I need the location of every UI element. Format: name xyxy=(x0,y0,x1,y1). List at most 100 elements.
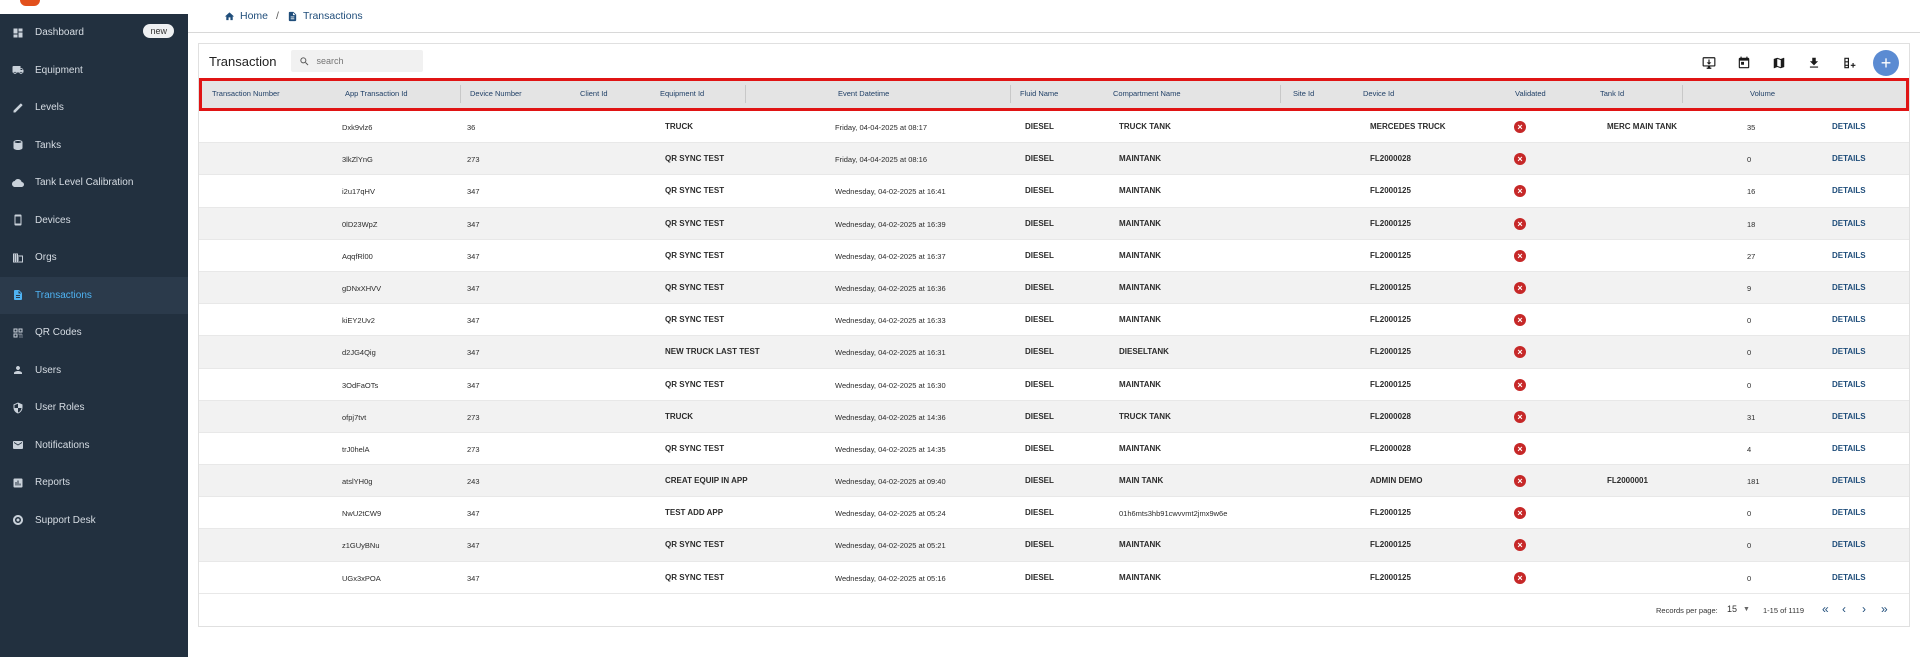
details-link[interactable]: DETAILS xyxy=(1832,283,1866,292)
table-row[interactable]: ofpj7tvt 273 TRUCK Wednesday, 04-02-2025 at… xyxy=(199,400,1909,433)
prev-page-button[interactable]: ‹ xyxy=(1842,602,1846,616)
x-circle-icon: × xyxy=(1514,217,1526,230)
table-row[interactable]: 3OdFaOTs 347 QR SYNC TEST Wednesday, 04-02-… xyxy=(199,369,1909,401)
sidebar-item-orgs[interactable]: Orgs xyxy=(0,239,188,277)
table-row[interactable]: 0lD23WpZ 347 QR SYNC TEST Wednesday, 04-02-… xyxy=(199,207,1909,240)
first-page-button[interactable]: « xyxy=(1822,602,1829,616)
sidebar-item-user-roles[interactable]: User Roles xyxy=(0,389,188,427)
map-icon xyxy=(1773,57,1785,69)
records-per-page-select[interactable]: 15 ▼ xyxy=(1727,604,1750,614)
sidebar-item-tanks[interactable]: Tanks xyxy=(0,127,188,165)
column-header-device-number[interactable]: Device Number xyxy=(470,89,522,98)
column-header-event-datetime[interactable]: Event Datetime xyxy=(838,89,889,98)
details-link[interactable]: DETAILS xyxy=(1832,122,1866,131)
download-button[interactable] xyxy=(1806,55,1822,71)
x-circle-icon: × xyxy=(1514,281,1526,294)
table-row[interactable]: i2u17qHV 347 QR SYNC TEST Wednesday, 04-02-… xyxy=(199,175,1909,208)
breadcrumb-home[interactable]: Home xyxy=(224,10,268,22)
table-row[interactable]: UGx3xPOA 347 QR SYNC TEST Wednesday, 04-02-… xyxy=(199,562,1909,594)
app-transaction-id-cell: 0lD23WpZ xyxy=(342,219,378,229)
column-header-volume[interactable]: Volume xyxy=(1750,89,1775,98)
sidebar-item-qr-codes[interactable]: QR Codes xyxy=(0,314,188,352)
column-header-equipment-id[interactable]: Equipment Id xyxy=(660,89,704,98)
details-link[interactable]: DETAILS xyxy=(1832,315,1866,324)
column-header-device-id[interactable]: Device Id xyxy=(1363,89,1394,98)
details-link[interactable]: DETAILS xyxy=(1832,380,1866,389)
table-row[interactable]: trJ0helA 273 QR SYNC TEST Wednesday, 04-02-… xyxy=(199,433,1909,466)
table-row[interactable]: z1GUyBNu 347 QR SYNC TEST Wednesday, 04-02-… xyxy=(199,529,1909,562)
table-row[interactable]: Dxk9vlz6 36 TRUCK Friday, 04-04-2025 at 08:… xyxy=(199,111,1909,144)
details-link[interactable]: DETAILS xyxy=(1832,251,1866,260)
column-divider[interactable] xyxy=(460,85,461,103)
app-transaction-id-cell: ofpj7tvt xyxy=(342,412,367,422)
add-transaction-button[interactable]: + xyxy=(1873,50,1899,76)
event-datetime-cell: Friday, 04-04-2025 at 08:16 xyxy=(835,155,928,165)
compartment-name-cell: MAINTANK xyxy=(1119,282,1162,292)
sidebar-item-support-desk[interactable]: Support Desk xyxy=(0,502,188,540)
column-divider[interactable] xyxy=(1682,85,1683,103)
search-input[interactable] xyxy=(316,56,417,66)
table-row[interactable]: gDNxXHVV 347 QR SYNC TEST Wednesday, 04-02-… xyxy=(199,271,1909,305)
logo-mark xyxy=(20,0,40,6)
breadcrumb-current[interactable]: Transactions xyxy=(287,10,363,22)
fluid-name-cell: DIESEL xyxy=(1025,476,1054,486)
details-link[interactable]: DETAILS xyxy=(1832,444,1866,453)
sidebar-item-devices[interactable]: Devices xyxy=(0,202,188,240)
topbar: Home / Transactions xyxy=(188,0,1920,33)
monitor-button[interactable] xyxy=(1701,55,1717,71)
fluid-name-cell: DIESEL xyxy=(1025,154,1054,164)
equipment-id-cell: TRUCK xyxy=(665,411,693,421)
column-header-validated[interactable]: Validated xyxy=(1515,89,1546,98)
column-header-app-transaction-id[interactable]: App Transaction Id xyxy=(345,89,408,98)
event-datetime-cell: Wednesday, 04-02-2025 at 14:35 xyxy=(835,444,946,454)
details-link[interactable]: DETAILS xyxy=(1832,508,1866,517)
column-divider[interactable] xyxy=(1280,85,1281,103)
equipment-id-cell: QR SYNC TEST xyxy=(665,540,725,550)
event-datetime-cell: Wednesday, 04-02-2025 at 05:24 xyxy=(835,509,946,519)
sidebar-item-dashboard[interactable]: Dashboard new xyxy=(0,14,188,52)
sidebar-item-equipment[interactable]: Equipment xyxy=(0,52,188,90)
details-link[interactable]: DETAILS xyxy=(1832,219,1866,228)
column-header-fluid-name[interactable]: Fluid Name xyxy=(1020,89,1058,98)
next-page-button[interactable]: › xyxy=(1862,602,1866,616)
details-link[interactable]: DETAILS xyxy=(1832,412,1866,421)
column-header-client-id[interactable]: Client Id xyxy=(580,89,608,98)
details-link[interactable]: DETAILS xyxy=(1832,154,1866,163)
sidebar-item-users[interactable]: Users xyxy=(0,352,188,390)
column-header-compartment-name[interactable]: Compartment Name xyxy=(1113,89,1181,98)
column-divider[interactable] xyxy=(1010,85,1011,103)
table-row[interactable]: atslYH0g 243 CREAT EQUIP IN APP Wednesday, … xyxy=(199,465,1909,498)
details-link[interactable]: DETAILS xyxy=(1832,476,1866,485)
fluid-name-cell: DIESEL xyxy=(1025,186,1054,196)
table-row[interactable]: AqqfRl00 347 QR SYNC TEST Wednesday, 04-02-… xyxy=(199,240,1909,272)
column-header-transaction-number[interactable]: Transaction Number xyxy=(212,89,280,98)
column-header-tank-id[interactable]: Tank Id xyxy=(1600,89,1624,98)
bell-icon xyxy=(12,439,24,451)
compartment-name-cell: MAINTANK xyxy=(1119,250,1162,260)
last-page-button[interactable]: » xyxy=(1881,602,1888,616)
equipment-id-cell: TEST ADD APP xyxy=(665,508,724,518)
sidebar-item-tank-level-calibration[interactable]: Tank Level Calibration xyxy=(0,164,188,202)
x-circle-icon: × xyxy=(1514,314,1526,327)
details-link[interactable]: DETAILS xyxy=(1832,540,1866,549)
table-row[interactable]: kiEY2Uv2 347 QR SYNC TEST Wednesday, 04-02-… xyxy=(199,304,1909,337)
table-row[interactable]: d2JG4Qig 347 NEW TRUCK LAST TEST Wednesday,… xyxy=(199,336,1909,369)
column-divider[interactable] xyxy=(745,85,746,103)
table-row[interactable]: 3lkZlYnG 273 QR SYNC TEST Friday, 04-04-202… xyxy=(199,143,1909,176)
x-circle-icon: × xyxy=(1514,410,1526,423)
details-link[interactable]: DETAILS xyxy=(1832,186,1866,195)
transactions-panel: Transaction + Transaction Number App Tran… xyxy=(198,43,1910,627)
map-button[interactable] xyxy=(1771,55,1787,71)
sidebar-item-transactions[interactable]: Transactions xyxy=(0,276,188,314)
sidebar-item-reports[interactable]: Reports xyxy=(0,464,188,502)
columns-button[interactable] xyxy=(1841,55,1857,71)
table-row[interactable]: NwU2tCW9 347 TEST ADD APP Wednesday, 04-02-… xyxy=(199,497,1909,530)
sidebar-item-levels[interactable]: Levels xyxy=(0,89,188,127)
compartment-name-cell: DIESELTANK xyxy=(1119,347,1169,357)
search-box[interactable] xyxy=(291,50,424,72)
calendar-button[interactable] xyxy=(1736,55,1752,71)
sidebar-item-notifications[interactable]: Notifications xyxy=(0,427,188,465)
details-link[interactable]: DETAILS xyxy=(1832,573,1866,582)
column-header-site-id[interactable]: Site Id xyxy=(1293,89,1314,98)
details-link[interactable]: DETAILS xyxy=(1832,347,1866,356)
